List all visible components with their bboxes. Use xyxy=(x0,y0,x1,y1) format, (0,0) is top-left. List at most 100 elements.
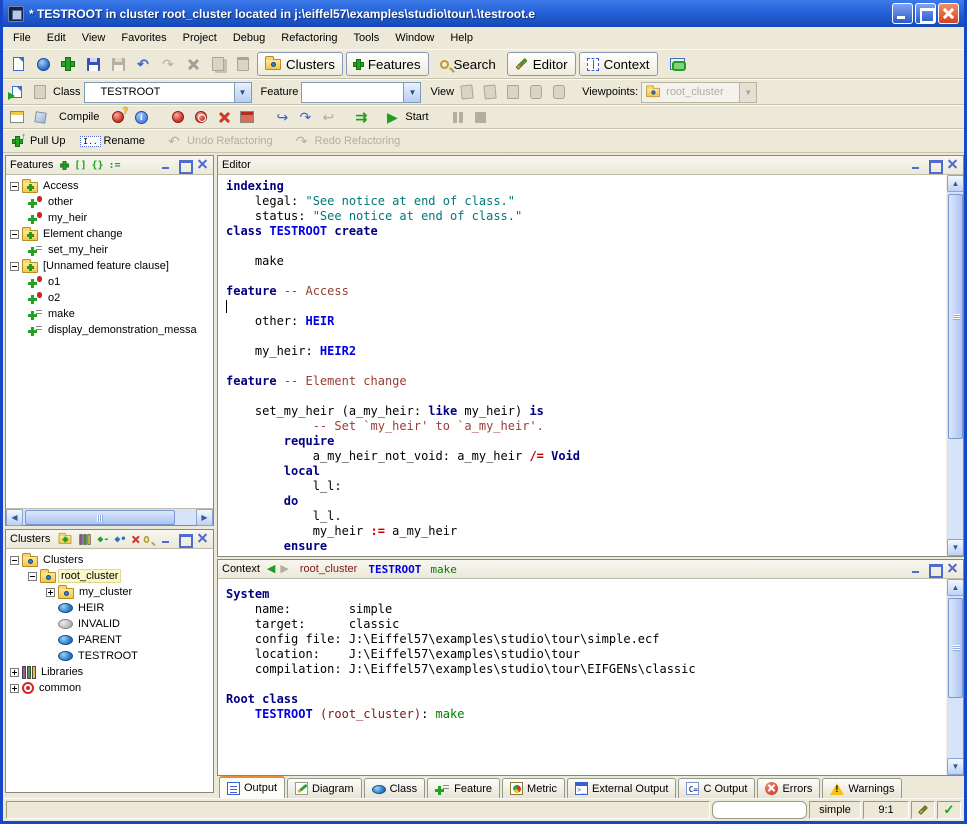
run-no-stop-icon[interactable]: ⇉ xyxy=(351,107,371,127)
tree-item[interactable]: Clusters xyxy=(8,552,213,568)
scroll-up-icon[interactable]: ▲ xyxy=(947,579,963,596)
panel-close-icon[interactable] xyxy=(946,562,959,577)
class-dropdown[interactable]: TESTROOT ▼ xyxy=(84,82,252,103)
start-button[interactable]: Start xyxy=(405,111,428,123)
tab-external-output[interactable]: External Output xyxy=(567,778,676,798)
link-context-icon[interactable] xyxy=(667,53,689,75)
context-toggle-button[interactable]: Context xyxy=(579,52,658,76)
remove-item-icon[interactable] xyxy=(132,535,137,543)
assigner-view-icon[interactable]: := xyxy=(109,160,121,171)
melt-icon[interactable] xyxy=(30,107,50,127)
menu-project[interactable]: Project xyxy=(175,29,225,47)
tree-item[interactable]: o1 xyxy=(8,274,213,290)
selected-tree-item[interactable]: root_cluster xyxy=(59,570,120,582)
tab-c-output[interactable]: C Output xyxy=(678,778,755,798)
panel-maximize-icon[interactable] xyxy=(178,159,191,171)
alias-view-icon[interactable]: [] xyxy=(74,160,86,171)
saved-check-icon[interactable]: ✓ xyxy=(937,801,961,819)
features-toggle-button[interactable]: Features xyxy=(346,52,429,76)
tab-diagram[interactable]: Diagram xyxy=(287,778,362,798)
tree-item[interactable]: Element change xyxy=(8,226,213,242)
editor-panel-header[interactable]: Editor xyxy=(218,156,963,175)
scroll-down-icon[interactable]: ▼ xyxy=(947,758,963,775)
tab-output[interactable]: Output xyxy=(219,776,285,798)
clusters-panel-header[interactable]: Clusters ◆- ◆• xyxy=(6,530,213,549)
new-document-icon[interactable] xyxy=(7,53,29,75)
collapse-icon[interactable] xyxy=(28,572,37,581)
menu-window[interactable]: Window xyxy=(387,29,442,47)
cancel-compilation-icon[interactable] xyxy=(214,107,234,127)
compile-error-info-icon[interactable]: ? xyxy=(108,107,128,127)
panel-close-icon[interactable] xyxy=(946,158,959,173)
tree-item[interactable]: display_demonstration_messa xyxy=(8,322,213,338)
context-panel-header[interactable]: Context ◀ ▶ root_cluster TESTROOT make xyxy=(218,560,963,579)
close-button[interactable] xyxy=(938,3,959,24)
collapse-icon[interactable] xyxy=(10,556,19,565)
tab-warnings[interactable]: Warnings xyxy=(822,778,902,798)
save-icon[interactable] xyxy=(82,53,104,75)
history-back-icon[interactable]: ◀ xyxy=(267,564,275,575)
rename-button[interactable]: Rename xyxy=(103,135,145,147)
panel-close-icon[interactable] xyxy=(196,532,209,547)
panel-minimize-icon[interactable] xyxy=(160,159,173,171)
context-vertical-scrollbar[interactable]: ▲ ▼ xyxy=(946,579,963,775)
scroll-left-icon[interactable]: ◀ xyxy=(6,509,23,526)
feature-dropdown[interactable]: ▼ xyxy=(301,82,421,103)
save-all-icon[interactable] xyxy=(107,53,129,75)
start-icon[interactable]: ▶ xyxy=(382,107,402,127)
horizontal-scrollbar[interactable]: ◀ ▶ xyxy=(6,508,213,525)
minimize-button[interactable] xyxy=(892,3,913,24)
precompile-icon[interactable] xyxy=(237,107,257,127)
scroll-right-icon[interactable]: ▶ xyxy=(196,509,213,526)
tree-item[interactable]: common xyxy=(8,680,213,696)
scrollbar-thumb[interactable] xyxy=(948,194,963,439)
compile-button[interactable]: Compile xyxy=(59,111,99,123)
scroll-up-icon[interactable]: ▲ xyxy=(947,175,963,192)
rename-icon[interactable]: I.. xyxy=(80,131,100,151)
tree-item[interactable]: Libraries xyxy=(8,664,213,680)
step-into-icon[interactable]: ↪ xyxy=(272,107,292,127)
menu-help[interactable]: Help xyxy=(442,29,481,47)
freeze-icon[interactable] xyxy=(168,107,188,127)
search-button[interactable]: Search xyxy=(432,52,504,76)
key-icon[interactable]: ◆• xyxy=(114,534,126,545)
panel-maximize-icon[interactable] xyxy=(178,533,191,545)
tree-item[interactable]: [Unnamed feature clause] xyxy=(8,258,213,274)
panel-minimize-icon[interactable] xyxy=(160,533,173,545)
panel-maximize-icon[interactable] xyxy=(928,563,941,575)
tree-item[interactable]: INVALID xyxy=(8,616,213,632)
menu-tools[interactable]: Tools xyxy=(346,29,388,47)
tree-item[interactable]: set_my_heir xyxy=(8,242,213,258)
tree-item[interactable]: other xyxy=(8,194,213,210)
collapse-icon[interactable] xyxy=(10,182,19,191)
tree-item[interactable]: PARENT xyxy=(8,632,213,648)
tab-class[interactable]: Class xyxy=(364,778,426,798)
info-icon[interactable]: i xyxy=(131,107,151,127)
tree-item[interactable]: TESTROOT xyxy=(8,648,213,664)
expand-icon[interactable] xyxy=(10,668,19,677)
menu-view[interactable]: View xyxy=(74,29,114,47)
editable-pencil-icon[interactable] xyxy=(911,801,935,819)
remove-key-icon[interactable]: ◆- xyxy=(97,534,109,545)
pull-up-icon[interactable]: ↑ xyxy=(7,131,27,151)
context-feature-crumb[interactable]: make xyxy=(430,563,457,576)
editor-toggle-button[interactable]: Editor xyxy=(507,52,576,76)
editor-vertical-scrollbar[interactable]: ▲ ▼ xyxy=(946,175,963,556)
tree-item[interactable]: my_cluster xyxy=(8,584,213,600)
tree-item[interactable]: Access xyxy=(8,178,213,194)
finalize-icon[interactable] xyxy=(191,107,211,127)
collapse-icon[interactable] xyxy=(10,262,19,271)
add-cluster-icon[interactable] xyxy=(59,535,72,544)
features-panel-header[interactable]: Features [] {} := xyxy=(6,156,213,175)
tree-item[interactable]: root_cluster xyxy=(8,568,213,584)
add-library-icon[interactable] xyxy=(80,534,91,544)
tab-errors[interactable]: Errors xyxy=(757,778,820,798)
open-project-icon[interactable] xyxy=(32,53,54,75)
collapse-icon[interactable] xyxy=(10,230,19,239)
signature-view-icon[interactable]: {} xyxy=(91,160,103,171)
tree-item[interactable]: o2 xyxy=(8,290,213,306)
expand-icon[interactable] xyxy=(10,684,19,693)
panel-minimize-icon[interactable] xyxy=(910,563,923,575)
expand-icon[interactable] xyxy=(46,588,55,597)
panel-close-icon[interactable] xyxy=(196,158,209,173)
